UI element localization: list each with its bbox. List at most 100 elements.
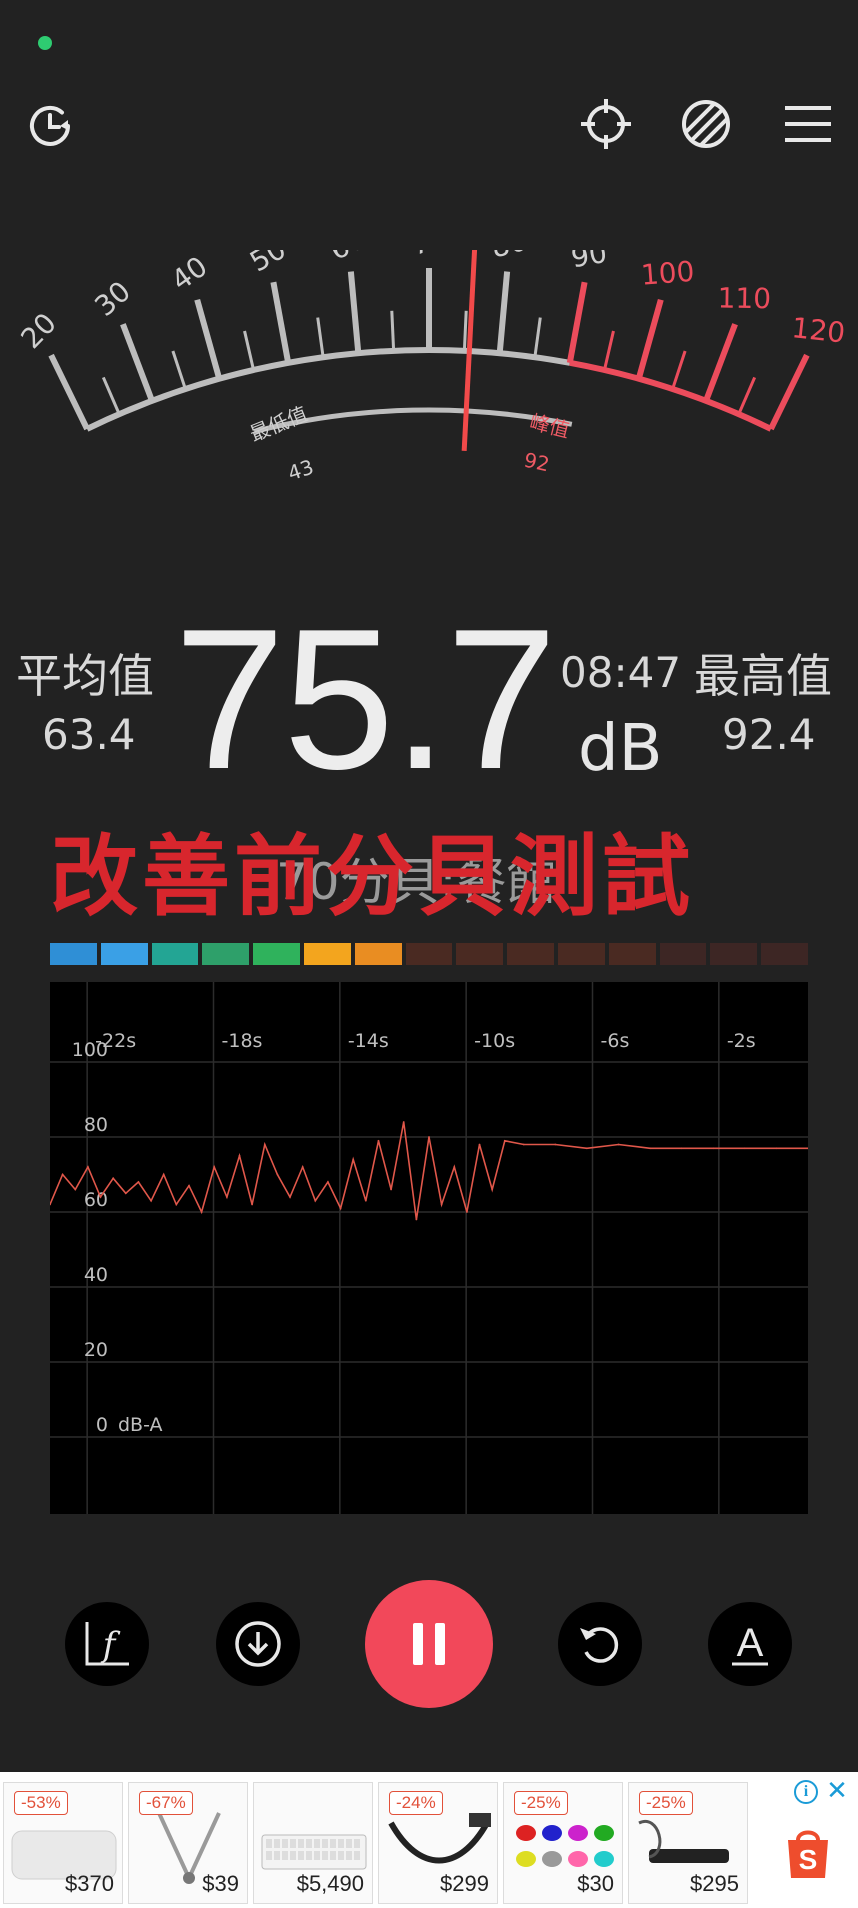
chart-point — [712, 1147, 715, 1150]
font-size-button[interactable]: A — [708, 1602, 792, 1686]
svg-text:S: S — [799, 1844, 818, 1875]
chart-point — [586, 1147, 588, 1150]
calibrate-button[interactable] — [576, 94, 636, 154]
chart-y-tick: 0 — [96, 1414, 108, 1436]
level-color-bar — [50, 943, 808, 965]
chart-point — [522, 1143, 525, 1146]
theme-button[interactable] — [676, 94, 736, 154]
chart-point — [390, 1188, 392, 1191]
level-segment — [253, 943, 300, 965]
gauge-tick-label: 70 — [406, 250, 451, 262]
level-segment — [659, 943, 707, 965]
gauge-tick-label: 40 — [165, 250, 213, 297]
history-chart: -22s -18s -14s -10s -6s -2s 100 80 60 40 20 0 dB-A — [49, 982, 809, 1514]
discount-badge: -24% — [389, 1791, 443, 1815]
chart-point — [87, 1166, 89, 1168]
chart-point — [453, 1166, 456, 1168]
chart-y-tick: 20 — [84, 1339, 108, 1361]
gauge-tick-label: 60 — [325, 250, 371, 267]
current-db-value: 75.7 — [174, 588, 557, 811]
chart-point — [124, 1192, 127, 1195]
chart-point — [478, 1143, 481, 1146]
chart-unit-label: dB-A — [118, 1414, 163, 1436]
gauge-tick-label: 50 — [244, 250, 291, 279]
chart-point — [649, 1147, 651, 1150]
ad-product-card[interactable]: -25% $295 — [628, 1782, 748, 1904]
history-button[interactable] — [20, 96, 80, 156]
chart-point — [238, 1154, 241, 1157]
gauge-tick-label: 90 — [569, 250, 610, 274]
discount-badge: -67% — [139, 1791, 193, 1815]
chart-point — [301, 1166, 304, 1168]
chart-x-tick: -18s — [222, 1030, 263, 1052]
gauge-major-tick — [194, 298, 223, 380]
level-segment — [202, 943, 250, 965]
ad-close-icon[interactable]: ✕ — [824, 1778, 850, 1804]
menu-icon — [785, 106, 831, 142]
chart-point — [364, 1199, 367, 1202]
chart-y-tick: 80 — [84, 1114, 108, 1136]
gauge-minor-tick — [462, 310, 468, 351]
ad-info-icon[interactable]: i — [794, 1780, 818, 1804]
chart-point — [99, 1196, 102, 1198]
product-price: $39 — [202, 1871, 239, 1896]
ad-product-card[interactable]: -25% $30 — [503, 1782, 623, 1904]
reset-button[interactable] — [558, 1602, 642, 1686]
pause-button[interactable] — [365, 1580, 493, 1708]
chart-point — [289, 1196, 291, 1198]
ad-product-card[interactable]: $5,490 — [253, 1782, 373, 1904]
gauge-minor-tick — [737, 376, 757, 415]
level-segment — [303, 943, 351, 965]
chart-x-tick: -6s — [601, 1030, 630, 1052]
frequency-weighting-button[interactable]: f — [65, 1602, 149, 1686]
theme-icon — [682, 100, 730, 148]
chart-point — [150, 1199, 152, 1202]
gauge-tick-label: 120 — [790, 311, 847, 349]
shop-bag-icon[interactable]: S — [782, 1824, 834, 1880]
chart-point — [440, 1203, 443, 1206]
chart-point — [314, 1199, 317, 1202]
gauge-minor-tick — [390, 310, 396, 351]
gauge-tick-label: 100 — [640, 255, 696, 292]
average-label: 平均值 — [16, 649, 154, 703]
function-icon: f — [85, 1622, 129, 1666]
gauge-arc-danger — [569, 359, 773, 432]
level-segment — [456, 943, 504, 965]
gauge-major-tick — [347, 271, 362, 354]
save-button[interactable] — [216, 1602, 300, 1686]
pause-icon — [413, 1623, 445, 1665]
level-segment — [100, 943, 148, 965]
reset-icon — [580, 1627, 619, 1663]
chart-x-tick: -10s — [474, 1030, 515, 1052]
discount-badge: -25% — [514, 1791, 568, 1815]
chart-point — [352, 1158, 355, 1161]
chart-point — [775, 1147, 778, 1150]
chart-point — [251, 1203, 254, 1206]
chart-point — [188, 1184, 190, 1187]
chart-point — [554, 1143, 557, 1146]
overlay-title: 改善前分貝測試 — [50, 825, 695, 928]
chart-x-tick: -14s — [348, 1030, 389, 1052]
chart-point — [213, 1166, 216, 1168]
chart-point — [491, 1188, 494, 1191]
ad-banner[interactable]: -53% $370 -67% $39 $5,490 -24% $299 -25% $30 -25%… — [0, 1772, 858, 1908]
discount-badge: -25% — [639, 1791, 693, 1815]
chart-x-tick: -2s — [727, 1030, 756, 1052]
ad-product-card[interactable]: -53% $370 — [3, 1782, 123, 1904]
level-segment — [50, 943, 97, 965]
history-chart-svg: -22s -18s -14s -10s -6s -2s100806040200 dB-A — [49, 982, 809, 1514]
level-segment — [761, 943, 808, 965]
product-price: $295 — [690, 1871, 739, 1896]
gauge-minor-tick — [101, 376, 121, 415]
ad-product-card[interactable]: -67% $39 — [128, 1782, 248, 1904]
chart-point — [61, 1173, 64, 1176]
function-label: f — [100, 1625, 121, 1665]
sound-level-gauge: 20 30 40 50 60 70 80 90 100 110 120 — [14, 250, 847, 452]
max-label: 最高值 — [694, 649, 832, 703]
level-segment — [710, 943, 758, 965]
ad-product-card[interactable]: -24% $299 — [378, 1782, 498, 1904]
menu-button[interactable] — [778, 94, 838, 154]
level-segment — [151, 943, 199, 965]
gauge-minor-tick — [243, 330, 255, 371]
chart-y-tick: 100 — [72, 1039, 108, 1061]
